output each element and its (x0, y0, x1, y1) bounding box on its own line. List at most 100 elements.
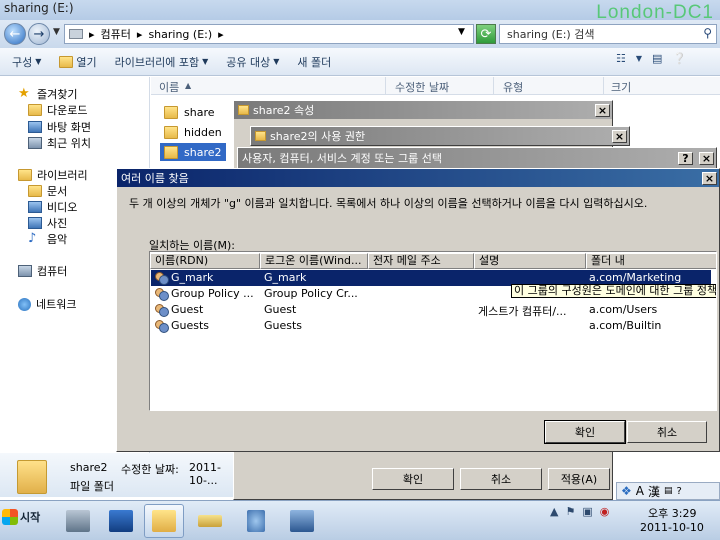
explorer-icon (152, 510, 176, 532)
close-icon[interactable]: × (699, 151, 714, 165)
cancel-button[interactable]: 취소 (627, 421, 707, 443)
view-options-icon[interactable]: ☷ (616, 52, 626, 65)
back-button[interactable]: ← (4, 23, 26, 45)
taskbar-remote[interactable] (282, 504, 322, 538)
open-button[interactable]: 열기 (59, 54, 97, 70)
nav-computer[interactable]: 컴퓨터 (18, 263, 67, 279)
share-with-button[interactable]: 공유 대상 ▼ (226, 54, 279, 70)
help-icon[interactable]: ? (678, 151, 693, 165)
search-icon[interactable]: ⚲ (703, 26, 712, 40)
preview-pane-icon[interactable]: ▤ (652, 52, 662, 65)
header-email[interactable]: 전자 메일 주소 (368, 253, 474, 269)
nav-label: 즐겨찾기 (37, 88, 78, 101)
input-mode-indicator[interactable]: A (636, 484, 644, 498)
nav-label: 최근 위치 (47, 137, 91, 150)
taskbar-ad-users[interactable] (190, 504, 230, 538)
cell-folder: a.com/Builtin (589, 319, 662, 332)
clock-date[interactable]: 2011-10-10 (640, 521, 704, 534)
address-bar[interactable]: ▸ 컴퓨터 ▸ sharing (E:) ▸ (64, 24, 474, 44)
header-folder[interactable]: 폴더 내 (586, 253, 716, 269)
start-button[interactable]: 시작 (2, 509, 40, 525)
address-separator-icon: ▸ (136, 27, 143, 41)
search-input[interactable]: sharing (E:) 검색 ⚲ (499, 24, 717, 44)
help-icon[interactable]: ? (677, 486, 682, 497)
column-divider[interactable] (385, 77, 386, 95)
navigation-bar: ← → ▼ ▸ 컴퓨터 ▸ sharing (E:) ▸ ▼ ⟳ sharing… (0, 20, 720, 48)
flag-icon[interactable]: ⚑ (565, 505, 575, 518)
file-list-header: 이름 ▲ 수정한 날짜 유형 크기 (151, 77, 720, 95)
forward-button[interactable]: → (28, 23, 50, 45)
refresh-button[interactable]: ⟳ (476, 24, 496, 44)
table-row[interactable]: Guests Guests a.com/Builtin (151, 318, 711, 334)
matching-names-list[interactable]: 이름(RDN) 로그온 이름(Wind... 전자 메일 주소 설명 폴더 내 … (149, 251, 717, 411)
taskbar-powershell[interactable] (101, 504, 141, 538)
column-name[interactable]: 이름 (159, 79, 179, 95)
nav-downloads[interactable]: 다운로드 (28, 102, 87, 118)
properties-apply-button[interactable]: 적용(A) (548, 468, 610, 490)
nav-music[interactable]: ♪ 음악 (28, 231, 67, 247)
properties-title: share2 속성 (253, 104, 315, 117)
properties-ok-button[interactable]: 확인 (372, 468, 454, 490)
nav-favorites[interactable]: ★ 즐겨찾기 (18, 86, 77, 102)
column-type[interactable]: 유형 (503, 79, 523, 95)
recent-places-icon (28, 137, 42, 149)
header-description[interactable]: 설명 (474, 253, 586, 269)
chevron-down-icon: ▼ (35, 57, 42, 66)
address-segment-drive[interactable]: sharing (E:) (148, 28, 212, 41)
show-hidden-icons-icon[interactable]: ▲ (550, 505, 558, 518)
nav-recent[interactable]: 최근 위치 (28, 135, 91, 151)
file-item-hidden[interactable]: hidden (160, 123, 226, 141)
taskbar-explorer[interactable] (144, 504, 184, 538)
nav-libraries[interactable]: 라이브러리 (18, 167, 88, 183)
permissions-title: share2의 사용 권한 (270, 130, 366, 143)
group-icon (155, 320, 169, 333)
properties-cancel-button[interactable]: 취소 (460, 468, 542, 490)
column-divider[interactable] (493, 77, 494, 95)
column-divider[interactable] (603, 77, 604, 95)
close-icon[interactable]: × (612, 129, 627, 143)
help-icon[interactable]: ❔ (672, 52, 686, 65)
network-status-icon[interactable]: ▣ (582, 505, 592, 518)
nav-pictures[interactable]: 사진 (28, 215, 67, 231)
volume-icon[interactable]: ◉ (600, 505, 610, 518)
close-icon[interactable]: × (595, 103, 610, 117)
powershell-icon (109, 510, 133, 532)
details-modified-label: 수정한 날짜: (121, 463, 179, 476)
ok-button[interactable]: 확인 (544, 420, 626, 444)
header-logon[interactable]: 로그온 이름(Wind... (260, 253, 368, 269)
title-bar: sharing (E:) London-DC1 (0, 0, 720, 23)
cell-rdn: Guests (171, 319, 210, 332)
file-item-share2[interactable]: share2 (160, 143, 226, 161)
organize-button[interactable]: 구성 ▼ (12, 54, 41, 70)
ime-icon[interactable]: ❖ (621, 484, 632, 498)
chevron-down-icon[interactable]: ▼ (636, 54, 642, 63)
taskbar-server-manager[interactable] (58, 504, 98, 538)
nav-desktop[interactable]: 바탕 화면 (28, 119, 91, 135)
folder-icon (164, 105, 178, 119)
dialog-title: 여러 이름 찾음 (121, 172, 189, 185)
column-modified[interactable]: 수정한 날짜 (395, 79, 449, 95)
nav-videos[interactable]: 비디오 (28, 199, 77, 215)
include-library-button[interactable]: 라이브러리에 포함 ▼ (115, 54, 209, 70)
table-row[interactable]: Guest Guest 게스트가 컴퓨터/... a.com/Users (151, 302, 711, 318)
header-rdn[interactable]: 이름(RDN) (150, 253, 260, 269)
cell-folder: a.com/Users (589, 303, 658, 316)
nav-network[interactable]: 네트워크 (18, 296, 76, 312)
hanja-indicator[interactable]: 漢 (648, 483, 660, 500)
nav-label: 바탕 화면 (47, 121, 91, 134)
new-folder-button[interactable]: 새 폴더 (297, 54, 331, 70)
close-icon[interactable]: × (702, 171, 717, 185)
clock-time[interactable]: 오후 3:29 (648, 505, 696, 521)
include-library-label: 라이브러리에 포함 (114, 55, 200, 69)
options-icon[interactable]: ▤ (664, 486, 673, 496)
windows-logo-icon (2, 509, 18, 525)
recent-pages-dropdown-icon[interactable]: ▼ (53, 27, 60, 37)
column-size[interactable]: 크기 (611, 79, 631, 95)
address-dropdown-icon[interactable]: ▼ (458, 27, 465, 37)
multiple-names-title-bar: 여러 이름 찾음 × (117, 169, 719, 187)
taskbar-network[interactable] (236, 504, 276, 538)
address-segment-computer[interactable]: 컴퓨터 (101, 26, 131, 42)
nav-documents[interactable]: 문서 (28, 183, 67, 199)
file-item-share[interactable]: share (160, 103, 219, 121)
documents-icon (28, 185, 42, 197)
